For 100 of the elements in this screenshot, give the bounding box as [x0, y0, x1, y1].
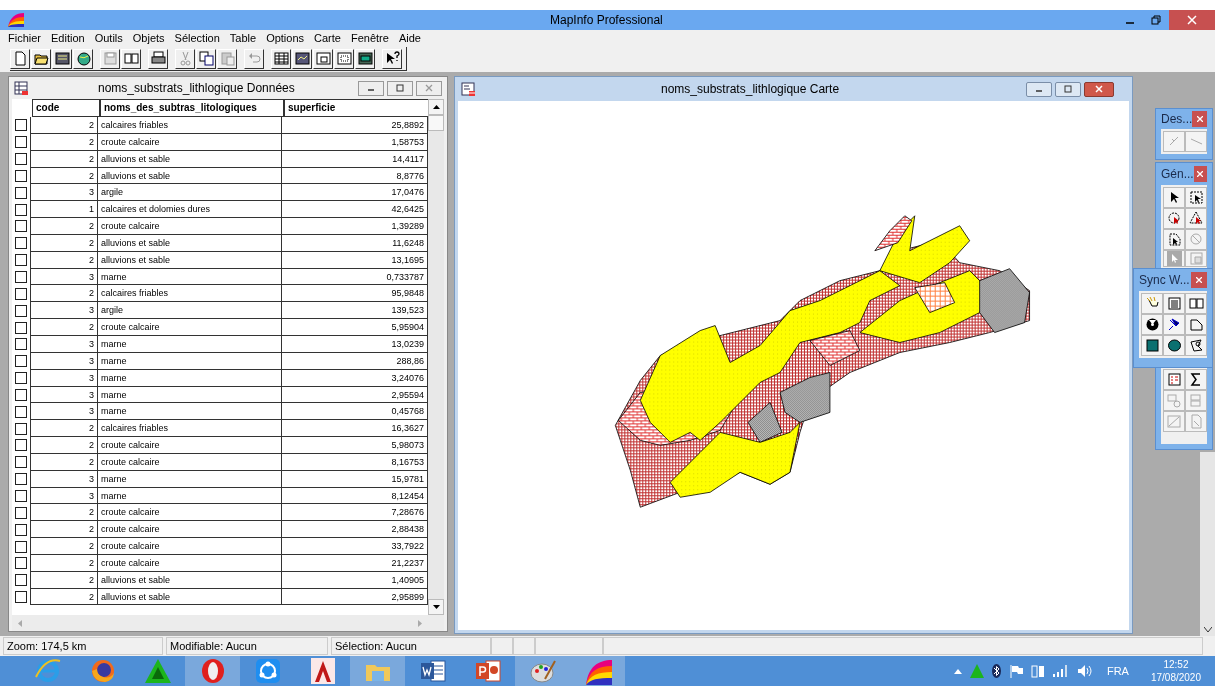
boundary-select-tool[interactable] [1163, 229, 1185, 250]
scroll-thumb[interactable] [428, 115, 444, 131]
book-button[interactable] [121, 48, 141, 69]
row-select-checkbox[interactable] [15, 186, 27, 199]
taskbar-app-button[interactable] [515, 656, 570, 686]
row-select-checkbox[interactable] [15, 388, 27, 401]
row-select-checkbox[interactable] [15, 169, 27, 182]
sum-tool[interactable] [1185, 369, 1207, 390]
row-select-checkbox[interactable] [15, 473, 27, 486]
menu-item[interactable]: Options [266, 30, 305, 47]
maximize-button[interactable] [387, 80, 413, 96]
row-select-checkbox[interactable] [15, 557, 27, 570]
reshape-tool[interactable] [1185, 335, 1207, 356]
show-hidden-icons-icon[interactable] [953, 668, 962, 674]
row-select-checkbox[interactable] [15, 405, 27, 418]
row-select-checkbox[interactable] [15, 456, 27, 469]
row-select-checkbox[interactable] [15, 490, 27, 502]
table-cell: 13,0239 [282, 335, 428, 353]
globe-button[interactable] [73, 48, 93, 69]
row-select-checkbox[interactable] [15, 439, 27, 452]
radiation-tool[interactable] [1141, 314, 1163, 335]
row-select-checkbox[interactable] [15, 321, 27, 334]
book-tool[interactable] [1185, 293, 1207, 314]
row-select-checkbox[interactable] [15, 203, 27, 216]
menu-item[interactable]: Edition [51, 30, 85, 47]
push-pin-tool[interactable] [1163, 314, 1185, 335]
menu-item[interactable]: Sélection [174, 30, 220, 47]
minimize-button[interactable] [1026, 81, 1052, 97]
taskbar-app-button[interactable] [570, 656, 625, 686]
taskbar-app-button[interactable] [185, 656, 240, 686]
flag-icon[interactable] [1008, 664, 1023, 678]
text-list-tool[interactable] [1163, 293, 1185, 314]
copy-button[interactable] [196, 48, 216, 69]
column-header[interactable]: noms_des_subtras_litologiques [100, 99, 284, 117]
close-button[interactable] [1192, 111, 1207, 127]
paste-button[interactable] [217, 48, 237, 69]
browser-window-button[interactable] [271, 48, 291, 69]
close-button[interactable] [1193, 166, 1207, 182]
table-cell: alluvions et sable [98, 588, 282, 606]
menu-item[interactable]: Objets [132, 30, 165, 47]
menu-item[interactable]: Outils [94, 30, 123, 47]
row-select-checkbox[interactable] [15, 271, 27, 283]
close-icon [1196, 277, 1202, 283]
ellipse-tool[interactable] [1163, 335, 1185, 356]
open-folder-button[interactable] [31, 48, 51, 69]
row-select-checkbox[interactable] [15, 287, 27, 300]
table-cell: marne [98, 386, 282, 404]
radius-select-tool[interactable] [1163, 208, 1185, 229]
column-header[interactable]: superficie [284, 99, 428, 117]
scrollbar-track[interactable] [1200, 452, 1215, 636]
bluetooth-icon[interactable] [991, 664, 1001, 678]
row-select-checkbox[interactable] [15, 591, 27, 604]
new-document-button[interactable] [10, 48, 30, 69]
menu-item[interactable]: Carte [314, 30, 341, 47]
table-cell: 14,4117 [282, 150, 428, 168]
row-select-checkbox[interactable] [15, 119, 27, 132]
undo-button[interactable] [244, 48, 264, 69]
row-select-checkbox[interactable] [15, 372, 27, 385]
row-select-checkbox[interactable] [15, 422, 27, 435]
menu-item[interactable]: Aide [398, 30, 421, 47]
close-button[interactable] [1191, 272, 1207, 288]
speaker-icon[interactable] [1076, 664, 1093, 678]
table-window-button[interactable] [52, 48, 72, 69]
close-button[interactable] [1084, 81, 1114, 97]
arrow-pointer-tool[interactable] [1163, 187, 1185, 208]
polyline-tool[interactable] [1185, 314, 1207, 335]
redistrict-window-button[interactable] [355, 48, 375, 69]
save-button[interactable] [100, 48, 120, 69]
table-cell: 11,6248 [282, 234, 428, 252]
row-select-checkbox[interactable] [15, 338, 27, 351]
map-window-button[interactable] [292, 48, 312, 69]
row-select-checkbox[interactable] [15, 237, 27, 250]
row-select-checkbox[interactable] [15, 136, 27, 149]
printer-button[interactable] [148, 48, 168, 69]
marquee-select-tool[interactable] [1185, 187, 1207, 208]
rectangle-tool[interactable] [1141, 335, 1163, 356]
row-select-checkbox[interactable] [15, 254, 27, 267]
row-select-checkbox[interactable] [15, 523, 27, 536]
polygon-select-tool[interactable] [1185, 208, 1207, 229]
graph-window-button[interactable] [313, 48, 333, 69]
row-select-checkbox[interactable] [15, 304, 27, 317]
scissors-button[interactable] [175, 48, 195, 69]
row-select-checkbox[interactable] [15, 220, 27, 233]
menu-item[interactable]: Table [229, 30, 257, 47]
row-select-checkbox[interactable] [15, 540, 27, 553]
menu-item[interactable]: Fichier [8, 30, 41, 47]
vertical-scrollbar[interactable] [428, 99, 444, 615]
battery-icon[interactable] [1030, 664, 1045, 678]
help-pointer-button[interactable] [382, 48, 402, 69]
signal-icon[interactable] [1052, 665, 1069, 677]
row-select-checkbox[interactable] [15, 355, 27, 368]
column-header[interactable]: code [32, 99, 100, 117]
minimize-button[interactable] [358, 80, 384, 96]
row-select-checkbox[interactable] [15, 153, 27, 166]
menu-item[interactable]: Fenêtre [350, 30, 389, 47]
layout-window-button[interactable] [334, 48, 354, 69]
row-select-checkbox[interactable] [15, 506, 27, 519]
row-select-checkbox[interactable] [15, 574, 27, 587]
hand-tool[interactable] [1141, 293, 1163, 314]
legend-tool[interactable] [1163, 369, 1185, 390]
